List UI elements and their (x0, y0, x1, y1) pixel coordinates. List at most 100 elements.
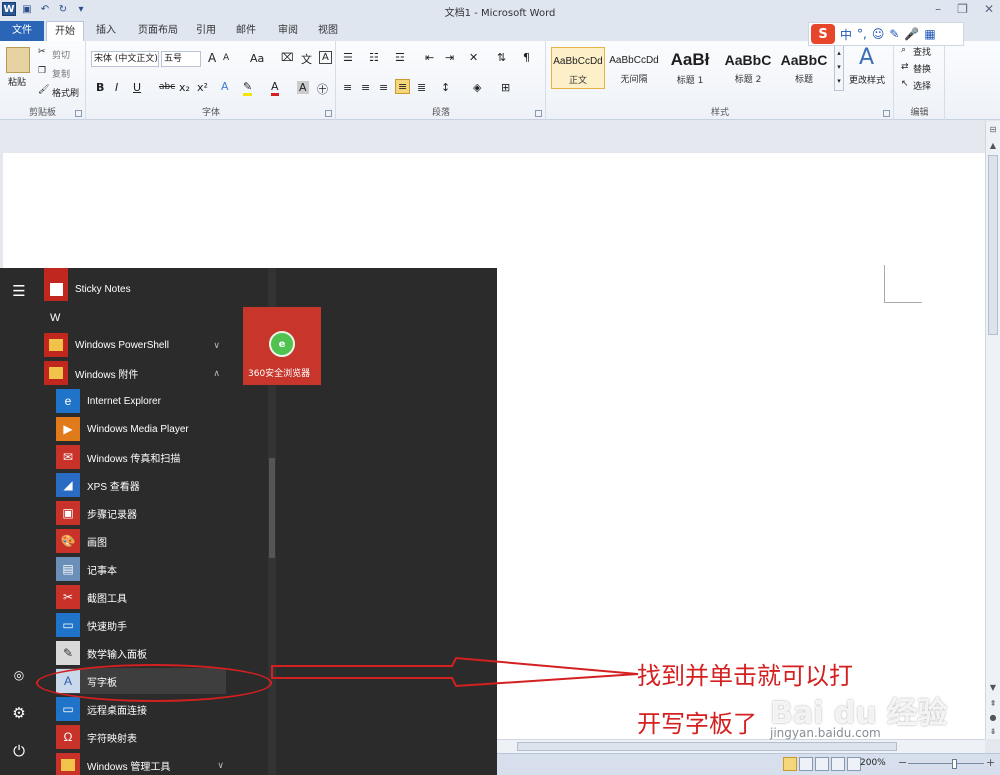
vertical-scrollbar[interactable]: ⊟ ▲ ▼ ⇞ ● ⇟ (985, 121, 1000, 739)
full-screen-reading-icon[interactable] (799, 757, 813, 771)
show-marks-icon[interactable]: ¶ (523, 51, 530, 64)
font-color-icon[interactable]: A (271, 80, 279, 96)
highlight-icon[interactable]: ✎ (243, 80, 253, 96)
format-painter-button[interactable]: 格式刷 (52, 86, 79, 99)
draft-view-icon[interactable] (847, 757, 861, 771)
tab-review[interactable]: 审阅 (270, 21, 306, 41)
list-item-notepad[interactable]: ▤ 记事本 (56, 556, 117, 582)
phonetic-guide-icon[interactable]: 文 (301, 51, 312, 67)
zoom-knob[interactable] (952, 759, 958, 769)
align-center-icon[interactable]: ≡ (361, 81, 370, 94)
zoom-slider[interactable]: − + (898, 756, 995, 770)
find-button[interactable]: 查找 (913, 45, 931, 58)
styles-launcher-icon[interactable] (883, 110, 890, 117)
ime-emoji-icon[interactable]: ☺ (872, 27, 885, 41)
cut-icon[interactable]: ✂ (38, 47, 46, 57)
select-button[interactable]: 选择 (913, 79, 931, 92)
settings-gear-icon[interactable]: ⚙ (0, 694, 38, 732)
line-spacing-icon[interactable]: ↕ (441, 81, 450, 94)
zoom-out-icon[interactable]: − (898, 756, 907, 769)
next-page-icon[interactable]: ⇟ (986, 725, 1000, 739)
tab-view[interactable]: 视图 (310, 21, 346, 41)
grow-font-icon[interactable]: A (208, 51, 216, 65)
cut-button[interactable]: 剪切 (52, 48, 70, 61)
numbering-icon[interactable]: ☷ (369, 51, 379, 64)
font-size-combo[interactable]: 五号 (161, 51, 201, 67)
list-item-steps-recorder[interactable]: ▣ 步骤记录器 (56, 500, 137, 526)
change-case-icon[interactable]: Aa (250, 52, 264, 65)
tab-file[interactable]: 文件 (0, 21, 44, 41)
ime-chinese-mode[interactable]: 中 (840, 26, 852, 43)
list-item-paint[interactable]: 🎨 画图 (56, 528, 107, 554)
ime-punctuation-icon[interactable]: °, (857, 27, 867, 41)
list-item-math-input[interactable]: ✎ 数学输入面板 (56, 640, 147, 666)
sort-icon[interactable]: ⇅ (497, 51, 506, 64)
select-icon[interactable]: ↖ (901, 79, 909, 89)
strikethrough-button[interactable]: abc (159, 82, 175, 92)
outline-view-icon[interactable] (831, 757, 845, 771)
list-item-charmap[interactable]: Ω 字符映射表 (56, 724, 137, 750)
find-icon[interactable]: ⌕ (901, 45, 906, 55)
tab-page-layout[interactable]: 页面布局 (130, 21, 186, 41)
char-border-icon[interactable]: A (319, 51, 332, 64)
copy-icon[interactable]: ❐ (38, 66, 46, 76)
style-heading-1[interactable]: AaBł 标题 1 (663, 47, 717, 89)
style-normal[interactable]: AaBbCcDd 正文 (551, 47, 605, 89)
paste-button[interactable]: 粘贴 (8, 75, 26, 88)
enclose-char-icon[interactable]: ㊉ (317, 81, 328, 97)
list-item-internet-explorer[interactable]: e Internet Explorer (56, 388, 161, 414)
minimize-button[interactable]: – (935, 2, 941, 16)
borders-icon[interactable]: ⊞ (501, 81, 510, 94)
styles-scroll-icon[interactable]: ▴ ▾ ▾ (834, 45, 844, 91)
char-shading-icon[interactable]: A (297, 81, 309, 94)
list-item-sticky-notes[interactable]: Sticky Notes (44, 276, 131, 302)
change-styles-button[interactable]: 更改样式 (849, 73, 885, 86)
bullets-icon[interactable]: ☰ (343, 51, 353, 64)
letter-header-w[interactable]: W (50, 312, 60, 324)
bold-button[interactable]: B (96, 81, 104, 94)
browse-object-icon[interactable]: ● (986, 711, 1000, 725)
font-launcher-icon[interactable] (325, 110, 332, 117)
font-name-combo[interactable]: 宋体 (中文正文) (91, 51, 159, 67)
zoom-in-icon[interactable]: + (986, 756, 995, 769)
style-heading-2[interactable]: AaBbC 标题 2 (721, 47, 775, 89)
tab-references[interactable]: 引用 (188, 21, 224, 41)
multilevel-list-icon[interactable]: ☲ (395, 51, 405, 64)
tab-insert[interactable]: 插入 (88, 21, 124, 41)
paragraph-launcher-icon[interactable] (535, 110, 542, 117)
distribute-icon[interactable]: ≣ (417, 81, 426, 94)
clipboard-launcher-icon[interactable] (75, 110, 82, 117)
superscript-button[interactable]: x² (197, 81, 208, 94)
chinese-layout-icon[interactable]: ✕ (469, 51, 478, 64)
format-painter-icon[interactable]: 🖌 (38, 85, 49, 95)
close-button[interactable]: ✕ (984, 2, 994, 16)
ime-voice-icon[interactable]: 🎤 (904, 27, 919, 41)
ime-handwrite-icon[interactable]: ✎ (889, 27, 899, 41)
list-item-media-player[interactable]: ▶ Windows Media Player (56, 416, 189, 442)
list-item-admin-tools[interactable]: Windows 管理工具 ∨ (56, 752, 228, 775)
scroll-up-icon[interactable]: ▲ (986, 139, 1000, 153)
replace-button[interactable]: 替换 (913, 62, 931, 75)
print-layout-icon[interactable] (783, 757, 797, 771)
scroll-down-icon[interactable]: ▼ (986, 681, 1000, 695)
list-item-quick-assist[interactable]: ▭ 快速助手 (56, 612, 127, 638)
restore-button[interactable]: ❐ (957, 2, 968, 16)
italic-button[interactable]: I (115, 81, 118, 94)
shrink-font-icon[interactable]: A (223, 53, 229, 63)
style-title[interactable]: AaBbC 标题 (777, 47, 831, 89)
tab-mailings[interactable]: 邮件 (228, 21, 264, 41)
justify-icon[interactable]: ≡ (395, 79, 411, 94)
replace-icon[interactable]: ⇄ (901, 62, 909, 72)
user-account-icon[interactable]: ◎ (0, 656, 38, 694)
ime-keyboard-icon[interactable]: ▦ (924, 27, 935, 41)
increase-indent-icon[interactable]: ⇥ (445, 51, 454, 64)
shading-icon[interactable]: ◈ (473, 81, 481, 94)
text-effects-icon[interactable]: A (221, 80, 229, 93)
power-icon[interactable]: ⏻ (0, 732, 38, 770)
list-item-xps-viewer[interactable]: ◢ XPS 查看器 (56, 472, 140, 498)
ruler-toggle-icon[interactable]: ⊟ (986, 123, 1000, 137)
paste-icon[interactable] (6, 47, 30, 73)
list-item-accessories[interactable]: Windows 附件 ∧ (44, 360, 234, 386)
align-left-icon[interactable]: ≡ (343, 81, 352, 94)
copy-button[interactable]: 复制 (52, 67, 70, 80)
